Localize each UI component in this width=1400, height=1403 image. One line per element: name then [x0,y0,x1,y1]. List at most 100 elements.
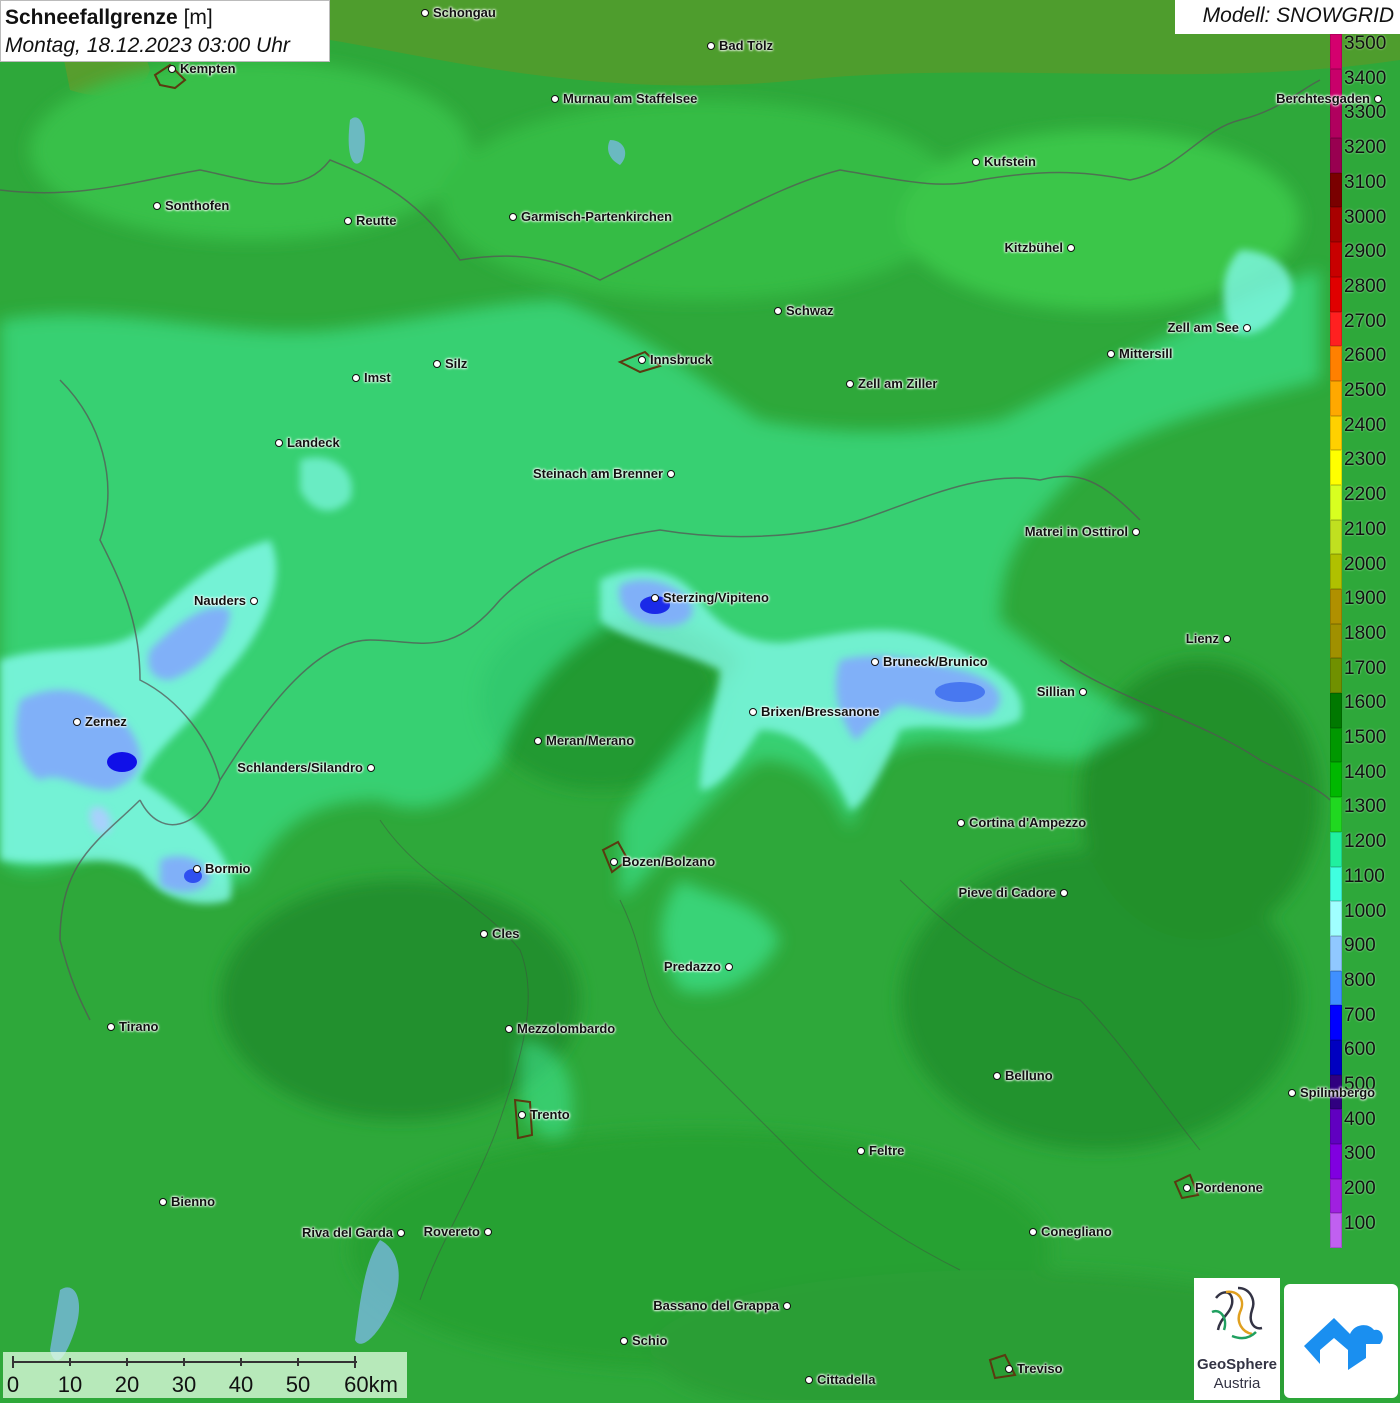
city-label: Bruneck/Brunico [883,654,988,669]
city-label: Schongau [433,5,496,20]
city-label: Kempten [180,61,236,76]
legend-swatch [1330,172,1342,208]
legend-swatch [1330,1109,1342,1144]
city-label: Schio [632,1333,668,1348]
geosphere-logo[interactable]: GeoSphere Austria [1194,1278,1280,1400]
legend-swatch [1330,901,1342,936]
city-marker [1067,244,1075,252]
scale-label: 60km [344,1372,398,1397]
legend-label: 3000 [1344,206,1387,228]
geosphere-logo-icon [1211,1286,1263,1340]
city-label: Kitzbühel [1004,240,1064,255]
city-label: Silz [445,356,468,371]
legend-label: 3200 [1344,137,1387,159]
legend-label: 1900 [1344,588,1387,610]
legend-label: 2200 [1344,484,1387,506]
city-label: Pordenone [1195,1180,1263,1195]
city-label: Schlanders/Silandro [237,760,363,775]
city-marker [871,658,879,666]
geosphere-logo-line1: GeoSphere [1196,1356,1278,1373]
legend-swatch [1330,103,1342,139]
city-label: Nauders [193,593,246,608]
city-marker [1132,528,1140,536]
city-label: Lienz [1185,631,1219,646]
city-label: Bozen/Bolzano [622,854,716,869]
city-marker [551,95,559,103]
city-label: Zell am Ziller [858,376,938,391]
city-marker [846,380,854,388]
city-label: Landeck [287,435,340,450]
legend-label: 1600 [1344,692,1387,714]
legend-label: 2000 [1344,553,1387,575]
legend-swatch [1330,450,1342,485]
legend-swatch [1330,242,1342,277]
legend-label: 2800 [1344,275,1387,297]
city-marker [73,718,81,726]
legend-swatch [1330,34,1342,69]
parameter-name: Schneefallgrenze [5,6,178,29]
app-logo[interactable] [1284,1284,1398,1398]
city-label: Belluno [1005,1068,1053,1083]
legend-swatch [1330,138,1342,173]
city-marker [707,42,715,50]
legend-swatch [1330,1005,1342,1040]
city-marker [1060,889,1068,897]
legend-swatch [1330,1178,1342,1214]
legend-label: 2900 [1344,241,1387,263]
city-label: Schwaz [786,303,834,318]
city-label: Murnau am Staffelsee [563,91,698,106]
city-marker [275,439,283,447]
city-label: Reutte [356,213,397,228]
legend-swatch [1330,589,1342,624]
city-label: Rovereto [423,1224,480,1239]
legend-label: 2700 [1344,310,1387,332]
legend-label: 1400 [1344,761,1387,783]
legend-swatch [1330,1213,1342,1249]
city-marker [505,1025,513,1033]
legend-label: 2300 [1344,449,1387,471]
city-label: Steinach am Brenner [532,466,663,481]
city-marker [1079,688,1087,696]
legend-swatch [1330,207,1342,243]
city-label: Predazzo [663,959,721,974]
city-label: Brixen/Bressanone [761,704,880,719]
scale-label: 50 [285,1372,311,1397]
legend-label: 200 [1344,1178,1376,1200]
legend-swatch [1330,1144,1342,1179]
city-marker [638,356,646,364]
legend-swatch [1330,415,1342,451]
city-label: Trento [530,1107,570,1122]
legend-swatch [1330,727,1342,763]
city-marker [1374,95,1382,103]
city-label: Bienno [171,1194,216,1209]
legend-label: 1800 [1344,622,1387,644]
city-marker [610,858,618,866]
model-label: Modell: SNOWGRID [1175,0,1400,34]
city-marker [168,65,176,73]
legend-label: 2100 [1344,518,1387,540]
legend-swatch [1330,866,1342,902]
city-label: Spilimbergo [1300,1085,1376,1100]
legend-swatch [1330,693,1342,728]
city-marker [480,930,488,938]
city-label: Treviso [1017,1361,1063,1376]
legend-label: 3300 [1344,102,1387,124]
city-marker [509,213,517,221]
city-label: Sterzing/Vipiteno [663,590,769,605]
legend-label: 2600 [1344,345,1387,367]
city-label: Cittadella [817,1372,876,1387]
city-marker [397,1229,405,1237]
legend-label: 800 [1344,969,1376,991]
legend-swatch [1330,484,1342,520]
city-label: Garmisch-Partenkirchen [521,209,673,224]
map-title-box: Schneefallgrenze [m] Montag, 18.12.2023 … [0,0,330,62]
city-marker [421,9,429,17]
city-label: Cortina d'Ampezzo [969,815,1087,830]
legend-label: 3400 [1344,67,1387,89]
city-marker [805,1376,813,1384]
house-cloud-icon [1304,1318,1383,1370]
parameter-unit: [m] [183,6,213,29]
map-title: Schneefallgrenze [m] [5,4,325,32]
legend-swatch [1330,970,1342,1006]
legend-label: 1700 [1344,657,1387,679]
